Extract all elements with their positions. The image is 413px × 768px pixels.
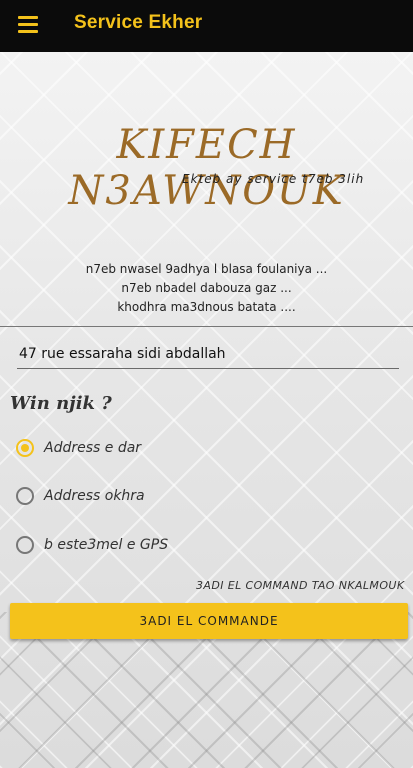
- examples-text: n7eb nwasel 9adhya l blasa foulaniya ...…: [0, 260, 413, 317]
- example-line: n7eb nwasel 9adhya l blasa foulaniya ...: [85, 262, 328, 276]
- app-bar: Service Ekher: [0, 0, 413, 52]
- option-use-gps[interactable]: b este3mel e GPS: [16, 531, 168, 559]
- order-button[interactable]: 3ADI EL COMMANDE: [10, 603, 408, 639]
- command-hint: 3ADI EL COMMAND TAO NKALMOUK: [196, 579, 405, 592]
- address-input[interactable]: [17, 340, 399, 369]
- example-line: n7eb nbadel dabouza gaz ...: [121, 281, 292, 295]
- divider: [0, 326, 413, 327]
- option-address-other[interactable]: Address okhra: [16, 482, 145, 510]
- hero-title: KIFECH N3AWNOUK: [68, 122, 345, 214]
- option-label: b este3mel e GPS: [44, 537, 169, 553]
- radio-unchecked-icon[interactable]: [16, 536, 34, 554]
- radio-unchecked-icon[interactable]: [16, 487, 34, 505]
- location-title: Win njik ?: [10, 393, 112, 414]
- example-line: khodhra ma3dnous batata ....: [117, 300, 296, 314]
- radio-checked-icon[interactable]: [16, 439, 34, 457]
- app-title: Service Ekher: [74, 12, 203, 33]
- content-area: KIFECH N3AWNOUK Ekteb ay service t7eb 3l…: [0, 52, 413, 768]
- hero-subtitle: Ekteb ay service t7eb 3lih: [182, 172, 365, 186]
- option-label: Address okhra: [44, 488, 145, 504]
- hamburger-menu-icon[interactable]: [18, 14, 40, 36]
- option-address-home[interactable]: Address e dar: [16, 434, 141, 462]
- option-label: Address e dar: [44, 440, 142, 456]
